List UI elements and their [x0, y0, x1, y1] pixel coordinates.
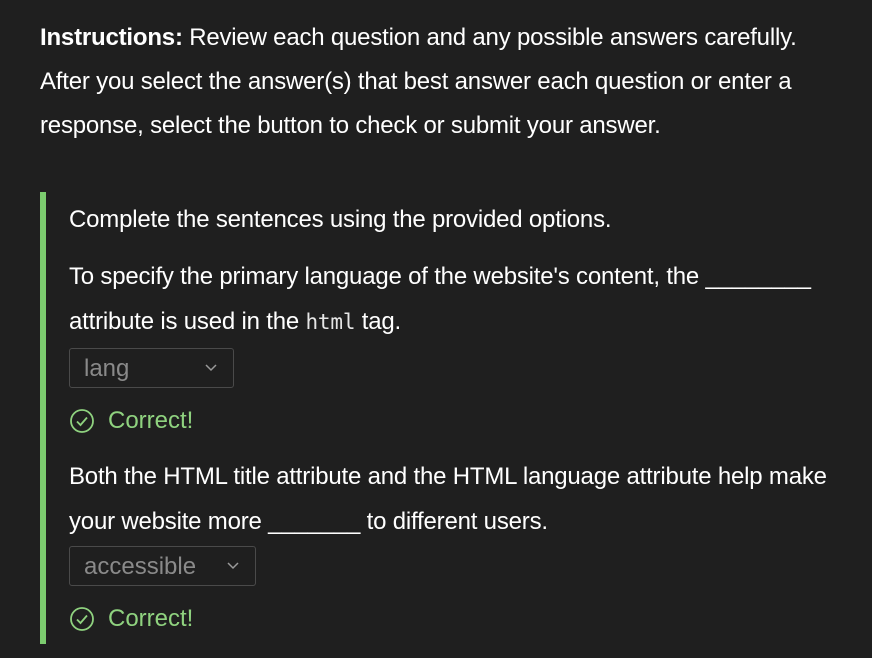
check-circle-icon	[70, 607, 94, 631]
answer-dropdown-2[interactable]: accessible	[69, 546, 256, 586]
html-code: html	[305, 310, 356, 334]
sentence-1-end: tag.	[355, 308, 401, 335]
feedback-1: Correct!	[69, 405, 193, 437]
chevron-down-icon	[205, 364, 217, 372]
feedback-1-text: Correct!	[108, 407, 194, 434]
feedback-2: Correct!	[69, 603, 193, 635]
chevron-down-icon	[227, 562, 239, 570]
answer-dropdown-1[interactable]: lang	[69, 348, 234, 388]
dropdown-1-value: lang	[84, 355, 130, 382]
instructions-text: Instructions: Review each question and a…	[40, 16, 840, 148]
sentence-1-text: To specify the primary language of the w…	[69, 263, 811, 335]
sentence-2-text: Both the HTML title attribute and the HT…	[69, 463, 827, 535]
sentence-1: To specify the primary language of the w…	[69, 254, 869, 345]
dropdown-2-value: accessible	[84, 553, 197, 580]
instructions-label: Instructions:	[40, 24, 183, 51]
feedback-2-text: Correct!	[108, 605, 194, 632]
sentence-2: Both the HTML title attribute and the HT…	[69, 454, 869, 544]
question-block: Complete the sentences using the provide…	[40, 192, 872, 644]
check-circle-icon	[70, 409, 94, 433]
question-prompt: Complete the sentences using the provide…	[69, 206, 612, 233]
